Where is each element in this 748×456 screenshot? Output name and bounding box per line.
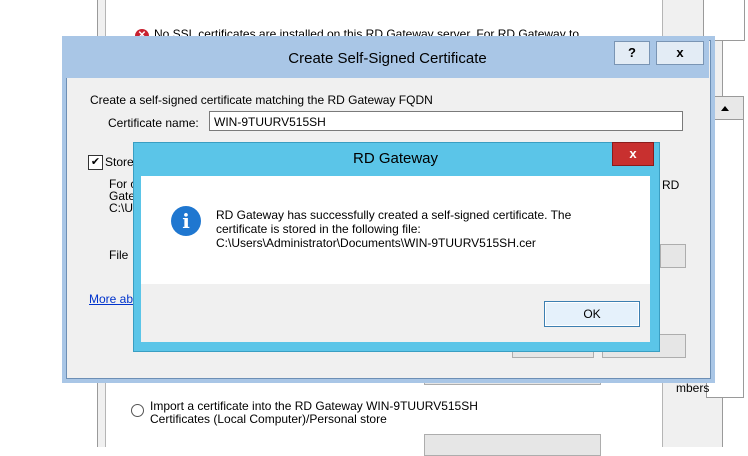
import-option-label: Import a certificate into the RD Gateway… [150, 400, 478, 426]
dialog-description: Create a self-signed certificate matchin… [90, 93, 433, 107]
file-label: File [109, 248, 129, 262]
store-checkbox[interactable]: ✔ [88, 155, 103, 170]
browse-button[interactable] [660, 244, 686, 268]
scroll-up-button[interactable] [706, 96, 744, 120]
triangle-up-icon [721, 106, 729, 111]
import-radio[interactable] [131, 404, 144, 417]
more-about-link[interactable]: More ab [89, 292, 133, 306]
dialog-close-button[interactable]: x [656, 41, 704, 65]
cert-name-input[interactable]: WIN-9TUURV515SH [209, 111, 683, 131]
ssl-warning-text: No SSL certificates are installed on thi… [154, 27, 580, 41]
messagebox-close-button[interactable]: x [612, 142, 654, 166]
store-label: Store [105, 155, 134, 169]
messagebox-title: RD Gateway [352, 150, 439, 167]
background-scrollbar[interactable] [706, 96, 744, 398]
info-icon: i [171, 206, 201, 236]
messagebox-message: RD Gateway has successfully created a se… [216, 208, 636, 250]
help-button[interactable]: ? [614, 41, 650, 65]
ok-button[interactable]: OK [544, 301, 640, 327]
dialog-title: Create Self-Signed Certificate [288, 50, 487, 67]
message-line-1: RD Gateway has successfully created a se… [216, 208, 572, 222]
store-desc-rd: RD [662, 178, 680, 192]
cert-name-label: Certificate name: [108, 116, 199, 130]
background-side-box [703, 0, 745, 41]
import-line-2: Certificates (Local Computer)/Personal s… [150, 412, 387, 426]
message-line-2: certificate is stored in the following f… [216, 222, 421, 236]
background-partial-text: mbers [676, 381, 710, 395]
message-file-path: C:\Users\Administrator\Documents\WIN-9TU… [216, 236, 536, 250]
import-button-partial[interactable] [424, 434, 601, 456]
